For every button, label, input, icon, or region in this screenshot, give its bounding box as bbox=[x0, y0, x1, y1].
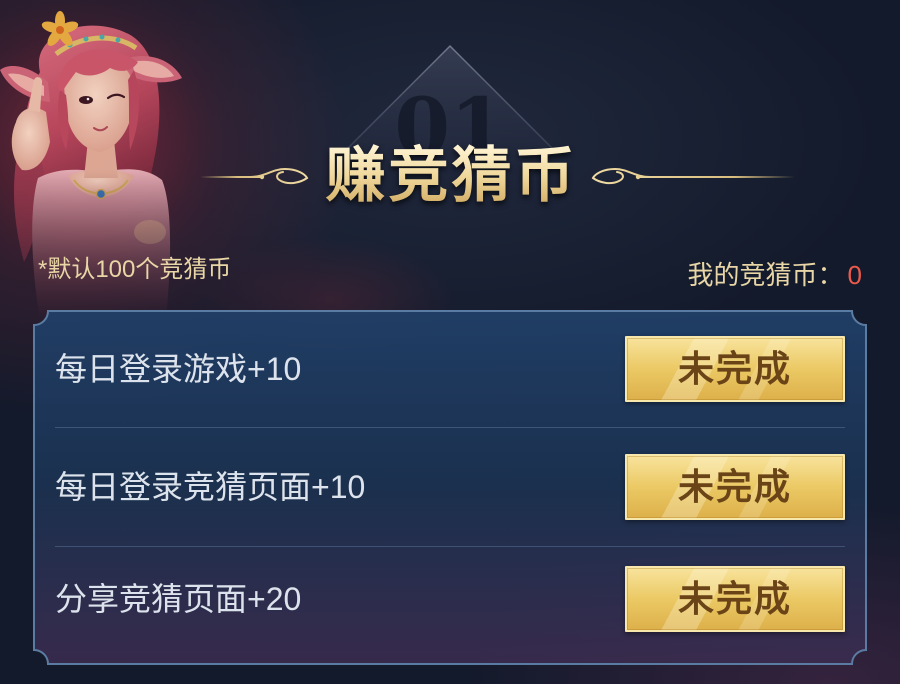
my-coins: 我的竞猜币： 0 bbox=[688, 260, 862, 290]
task-status-button[interactable]: 未完成 bbox=[625, 336, 845, 402]
task-list: 每日登录游戏+10 未完成 每日登录竞猜页面+10 未完成 分享竞猜页面+20 … bbox=[34, 311, 866, 664]
task-status-button[interactable]: 未完成 bbox=[625, 454, 845, 520]
task-row: 每日登录游戏+10 未完成 bbox=[55, 311, 845, 428]
task-label: 每日登录游戏+10 bbox=[55, 351, 302, 387]
task-label: 每日登录竞猜页面+10 bbox=[55, 469, 366, 505]
default-coins-note: *默认100个竞猜币 bbox=[38, 256, 232, 283]
earn-coins-screen: 01 赚竞猜币 *默认100个竞猜币 我的竞猜币： 0 每日登录游戏+10 未完成… bbox=[0, 0, 900, 684]
task-row: 分享竞猜页面+20 未完成 bbox=[55, 547, 845, 664]
my-coins-label: 我的竞猜币： bbox=[687, 260, 844, 290]
my-coins-value: 0 bbox=[847, 260, 862, 290]
page-title: 赚竞猜币 bbox=[0, 143, 900, 209]
task-label: 分享竞猜页面+20 bbox=[55, 580, 302, 617]
task-row: 每日登录竞猜页面+10 未完成 bbox=[55, 428, 845, 547]
task-status-button[interactable]: 未完成 bbox=[625, 565, 845, 632]
